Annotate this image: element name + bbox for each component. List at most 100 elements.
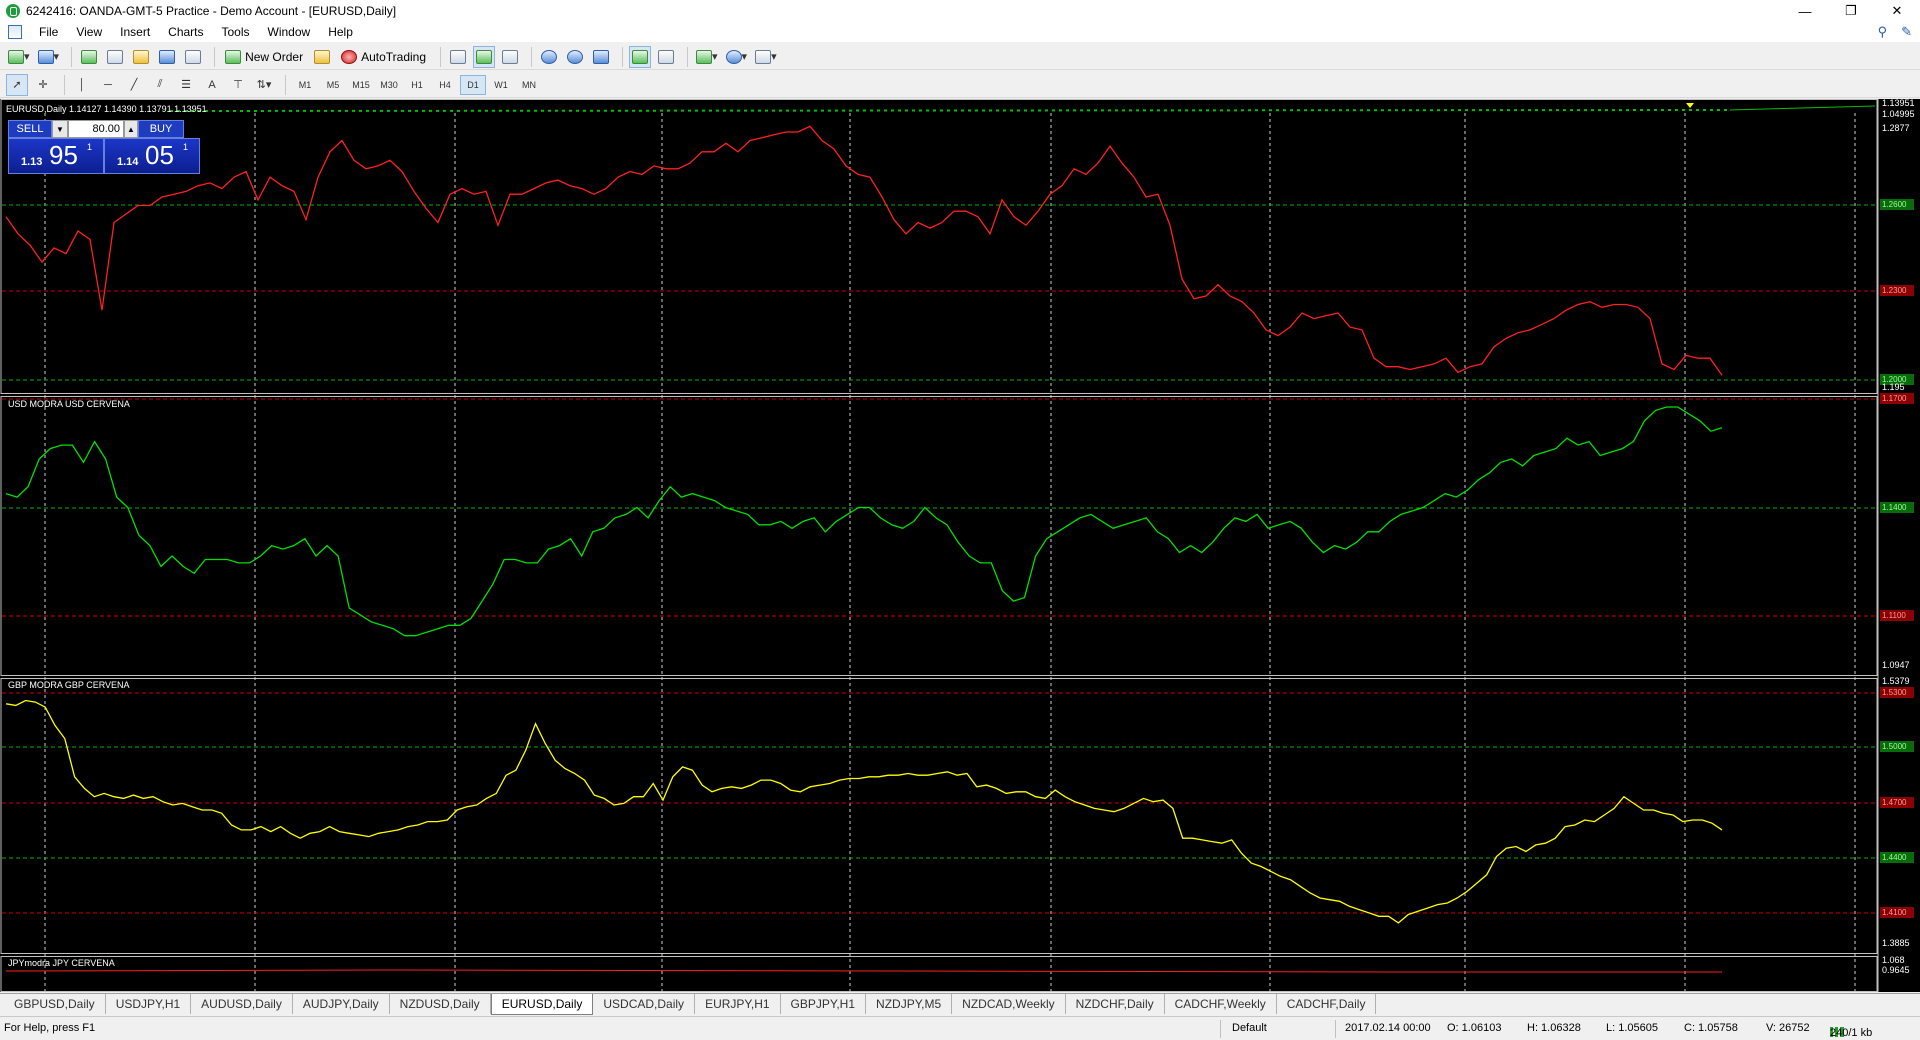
autoscroll-button[interactable]	[629, 45, 652, 68]
buy-price-prefix: 1.14	[117, 156, 139, 168]
price-scale-label: 0.9645	[1882, 965, 1910, 975]
chart-window[interactable]: EURUSD,Daily 1.14127 1.14390 1.13791 1.1…	[0, 98, 1920, 1004]
chart-shift-button[interactable]	[655, 46, 677, 68]
line-chart-icon	[502, 49, 519, 64]
toolbar-divider	[71, 46, 73, 67]
timeframe-d1[interactable]: D1	[460, 74, 486, 95]
metaeditor-icon	[314, 49, 331, 64]
tab-cadchf-daily[interactable]: CADCHF,Daily	[1277, 994, 1377, 1014]
autotrading-button[interactable]: AutoTrading	[337, 46, 430, 68]
new-chart-button[interactable]: ▾	[6, 46, 32, 68]
tab-nzdusd-daily[interactable]: NZDUSD,Daily	[390, 994, 491, 1014]
vertical-line-button[interactable]: │	[71, 74, 93, 96]
market-watch-button[interactable]	[78, 46, 100, 68]
timeframe-w1[interactable]: W1	[488, 75, 514, 95]
tab-eurjpy-h1[interactable]: EURJPY,H1	[695, 994, 781, 1014]
price-scale-label: 1.04995	[1882, 109, 1915, 119]
fibonacci-button[interactable]: ☰	[175, 74, 197, 96]
zoom-out-icon	[567, 49, 584, 64]
period-separator-marker	[1686, 103, 1694, 108]
menu-file[interactable]: File	[30, 25, 67, 39]
sell-button[interactable]: SELL	[8, 120, 52, 138]
cursor-icon: ➚	[12, 79, 22, 91]
new-order-button[interactable]: New Order	[221, 46, 307, 68]
close-button[interactable]: ✕	[1874, 0, 1920, 22]
search-icon[interactable]: ⚲	[1878, 24, 1888, 40]
timeframe-h1[interactable]: H1	[404, 75, 430, 95]
tab-cadchf-weekly[interactable]: CADCHF,Weekly	[1165, 994, 1277, 1014]
lot-spinner[interactable]: ▲	[124, 120, 138, 138]
crosshair-tool-button[interactable]: ✛	[32, 74, 54, 96]
timeframe-m15[interactable]: M15	[348, 75, 374, 95]
bar-chart-button[interactable]	[447, 46, 469, 68]
menu-tools[interactable]: Tools	[213, 25, 259, 39]
arrows-button[interactable]: ⇅▾	[253, 74, 275, 96]
strategy-tester-button[interactable]	[182, 46, 204, 68]
restore-button[interactable]: ❐	[1828, 0, 1874, 22]
menu-charts[interactable]: Charts	[159, 25, 212, 39]
menu-window[interactable]: Window	[259, 25, 320, 39]
candlestick-icon	[476, 49, 493, 64]
buy-price-pips: 05	[145, 140, 174, 170]
price-level-tag: 1.2300	[1880, 285, 1914, 296]
menu-insert[interactable]: Insert	[111, 25, 159, 39]
text-label-button[interactable]: ⊤	[227, 74, 249, 96]
chart-canvas[interactable]	[0, 99, 1920, 992]
timeframe-mn[interactable]: MN	[516, 75, 542, 95]
tab-nzdcad-weekly[interactable]: NZDCAD,Weekly	[952, 994, 1066, 1014]
tab-audjpy-daily[interactable]: AUDJPY,Daily	[293, 994, 390, 1014]
periods-button[interactable]: ▾	[724, 46, 750, 68]
tab-audusd-daily[interactable]: AUDUSD,Daily	[191, 994, 293, 1014]
tab-gbpusd-daily[interactable]: GBPUSD,Daily	[4, 994, 106, 1014]
status-profile[interactable]: Default	[1232, 1022, 1267, 1034]
menu-view[interactable]: View	[67, 25, 111, 39]
buy-price-button[interactable]: 1.14 05 1	[104, 138, 200, 174]
timeframe-m30[interactable]: M30	[376, 75, 402, 95]
profiles-icon	[37, 49, 54, 64]
indicators-icon	[696, 49, 713, 64]
chart-document-icon[interactable]	[8, 25, 22, 39]
equidistant-channel-button[interactable]: ⫽	[149, 74, 171, 96]
tab-nzdjpy-m5[interactable]: NZDJPY,M5	[866, 994, 953, 1014]
lot-dropdown-button[interactable]: ▼	[52, 120, 68, 138]
zoom-in-button[interactable]	[538, 46, 560, 68]
navigator-button[interactable]	[130, 46, 152, 68]
price-scale-label: 1.195	[1882, 382, 1905, 392]
panel-frame-3	[0, 678, 1878, 954]
sell-price-button[interactable]: 1.13 95 1	[8, 138, 104, 174]
metaeditor-button[interactable]	[311, 46, 333, 68]
tab-usdcad-daily[interactable]: USDCAD,Daily	[593, 994, 696, 1014]
timeframe-h4[interactable]: H4	[432, 75, 458, 95]
timeframe-m1[interactable]: M1	[292, 75, 318, 95]
buy-button[interactable]: BUY	[138, 120, 184, 138]
minimize-button[interactable]: —	[1782, 0, 1828, 22]
crosshair-icon: ✛	[38, 79, 48, 91]
crosshair-window-icon	[107, 49, 124, 64]
chat-icon[interactable]: ✎	[1901, 24, 1912, 40]
text-tool-button[interactable]: A	[201, 74, 223, 96]
price-level-tag: 1.5000	[1880, 741, 1914, 752]
tab-nzdchf-daily[interactable]: NZDCHF,Daily	[1066, 994, 1165, 1014]
status-bar: For Help, press F1 Default 2017.02.14 00…	[0, 1016, 1920, 1040]
tab-gbpjpy-h1[interactable]: GBPJPY,H1	[781, 994, 867, 1014]
timeframe-m5[interactable]: M5	[320, 75, 346, 95]
lot-size-input[interactable]	[68, 120, 124, 138]
status-high: H: 1.06328	[1527, 1022, 1581, 1034]
horizontal-line-button[interactable]: ─	[97, 74, 119, 96]
tab-eurusd-daily[interactable]: EURUSD,Daily	[490, 994, 594, 1015]
profiles-button[interactable]: ▾	[36, 46, 62, 68]
tab-usdjpy-h1[interactable]: USDJPY,H1	[106, 994, 192, 1014]
trendline-button[interactable]: ╱	[123, 74, 145, 96]
cursor-tool-button[interactable]: ➚	[6, 73, 28, 96]
data-window-button[interactable]	[104, 46, 126, 68]
line-chart-button[interactable]	[499, 46, 521, 68]
new-chart-icon	[8, 49, 24, 64]
candlestick-button[interactable]	[473, 45, 496, 68]
new-order-label: New Order	[245, 49, 304, 64]
indicators-button[interactable]: ▾	[694, 46, 720, 68]
menu-help[interactable]: Help	[319, 25, 362, 39]
terminal-button[interactable]	[156, 46, 178, 68]
templates-button[interactable]: ▾	[753, 46, 779, 68]
zoom-out-button[interactable]	[564, 46, 586, 68]
tile-windows-button[interactable]	[590, 46, 612, 68]
